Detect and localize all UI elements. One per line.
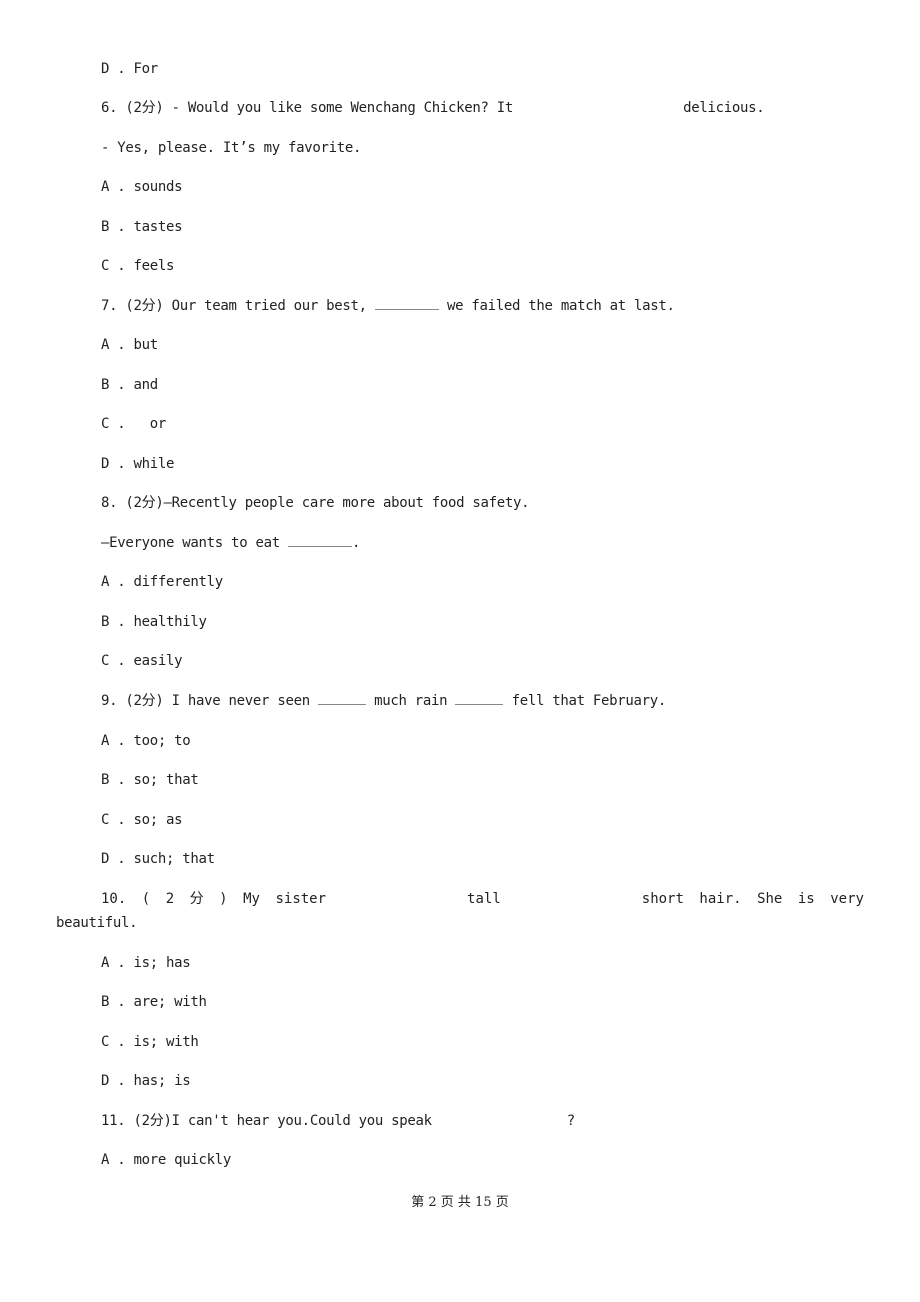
question-7: 7. (2分) Our team tried our best, we fail… xyxy=(101,297,675,315)
question-score: (2分) xyxy=(133,1113,172,1129)
question-number: 10. xyxy=(101,891,127,907)
option-a: A . sounds xyxy=(101,179,183,195)
question-number: 9. xyxy=(101,693,118,709)
question-11: 11. (2分)I can't hear you.Could you speak… xyxy=(101,1112,575,1130)
question-text-end: we failed the match at last. xyxy=(447,298,675,314)
question-word: very xyxy=(830,891,864,907)
option-b: B . and xyxy=(101,377,158,393)
option-c: C . so; as xyxy=(101,812,183,828)
answer-blank xyxy=(287,534,352,547)
option-a: A . too; to xyxy=(101,733,191,749)
question-score-open: ( xyxy=(141,891,151,907)
answer-blank xyxy=(516,890,626,908)
question-score: (2分) xyxy=(125,100,164,116)
question-8-response: —Everyone wants to eat . xyxy=(101,534,360,552)
page-footer: 第 2 页 共 15 页 xyxy=(411,1195,509,1210)
question-word: tall xyxy=(467,891,501,907)
question-word: hair. xyxy=(699,891,742,907)
option-a: A . but xyxy=(101,337,158,353)
question-word: is xyxy=(797,891,815,907)
question-6: 6. (2分) - Would you like some Wenchang C… xyxy=(101,99,765,117)
option-a: A . more quickly xyxy=(101,1152,232,1168)
question-9: 9. (2分) I have never seen much rain fell… xyxy=(101,692,666,710)
question-word: sister xyxy=(275,891,327,907)
question-text-end: fell that February. xyxy=(511,693,667,709)
question-word: short xyxy=(641,891,684,907)
question-number: 11. xyxy=(101,1113,126,1129)
question-8: 8. (2分)—Recently people care more about … xyxy=(101,494,530,512)
option-prev-d: D . For xyxy=(101,61,158,77)
option-c: C . is; with xyxy=(101,1034,199,1050)
option-a: A . is; has xyxy=(101,955,191,971)
question-text-end: ? xyxy=(566,1113,575,1129)
question-word: My xyxy=(243,891,260,907)
option-c: C . easily xyxy=(101,653,183,669)
answer-blank xyxy=(317,692,366,705)
answer-blank xyxy=(455,692,504,705)
question-score-unit: 分 xyxy=(189,891,204,907)
option-d: D . has; is xyxy=(101,1073,191,1089)
question-text: Our team tried our best, xyxy=(171,298,367,314)
question-10-continuation: beautiful. xyxy=(56,915,138,931)
option-a: A . differently xyxy=(101,574,223,590)
question-number: 8. xyxy=(101,495,118,511)
question-text: I have never seen xyxy=(171,693,311,709)
question-6-response: - Yes, please. It’s my favorite. xyxy=(101,140,362,156)
option-c: C . feels xyxy=(101,258,175,274)
option-b: B . tastes xyxy=(101,219,183,235)
question-number: 7. xyxy=(101,298,118,314)
question-text: I can't hear you.Could you speak xyxy=(171,1113,432,1129)
question-word: She xyxy=(757,891,783,907)
option-d: D . while xyxy=(101,456,175,472)
question-score-close: ) xyxy=(219,891,228,907)
question-score: (2分) xyxy=(125,495,164,511)
question-text: —Recently people care more about food sa… xyxy=(163,495,530,511)
answer-blank xyxy=(374,297,439,310)
option-b: B . are; with xyxy=(101,994,207,1010)
response-text: —Everyone wants to eat xyxy=(101,535,280,551)
question-10: 10. ( 2 分 ) My sister tall short hair. S… xyxy=(101,890,864,908)
question-score: (2分) xyxy=(125,298,164,314)
question-text-mid: much rain xyxy=(374,693,448,709)
option-d: D . such; that xyxy=(101,851,215,867)
question-score-value: 2 xyxy=(165,891,175,907)
question-text: - Would you like some Wenchang Chicken? … xyxy=(171,100,514,116)
question-text-end: delicious. xyxy=(683,100,765,116)
question-number: 6. xyxy=(101,100,118,116)
answer-blank xyxy=(342,890,452,908)
option-b: B . so; that xyxy=(101,772,199,788)
response-end: . xyxy=(351,535,361,551)
option-b: B . healthily xyxy=(101,614,207,630)
option-c: C . or xyxy=(101,416,167,432)
question-score: (2分) xyxy=(125,693,164,709)
